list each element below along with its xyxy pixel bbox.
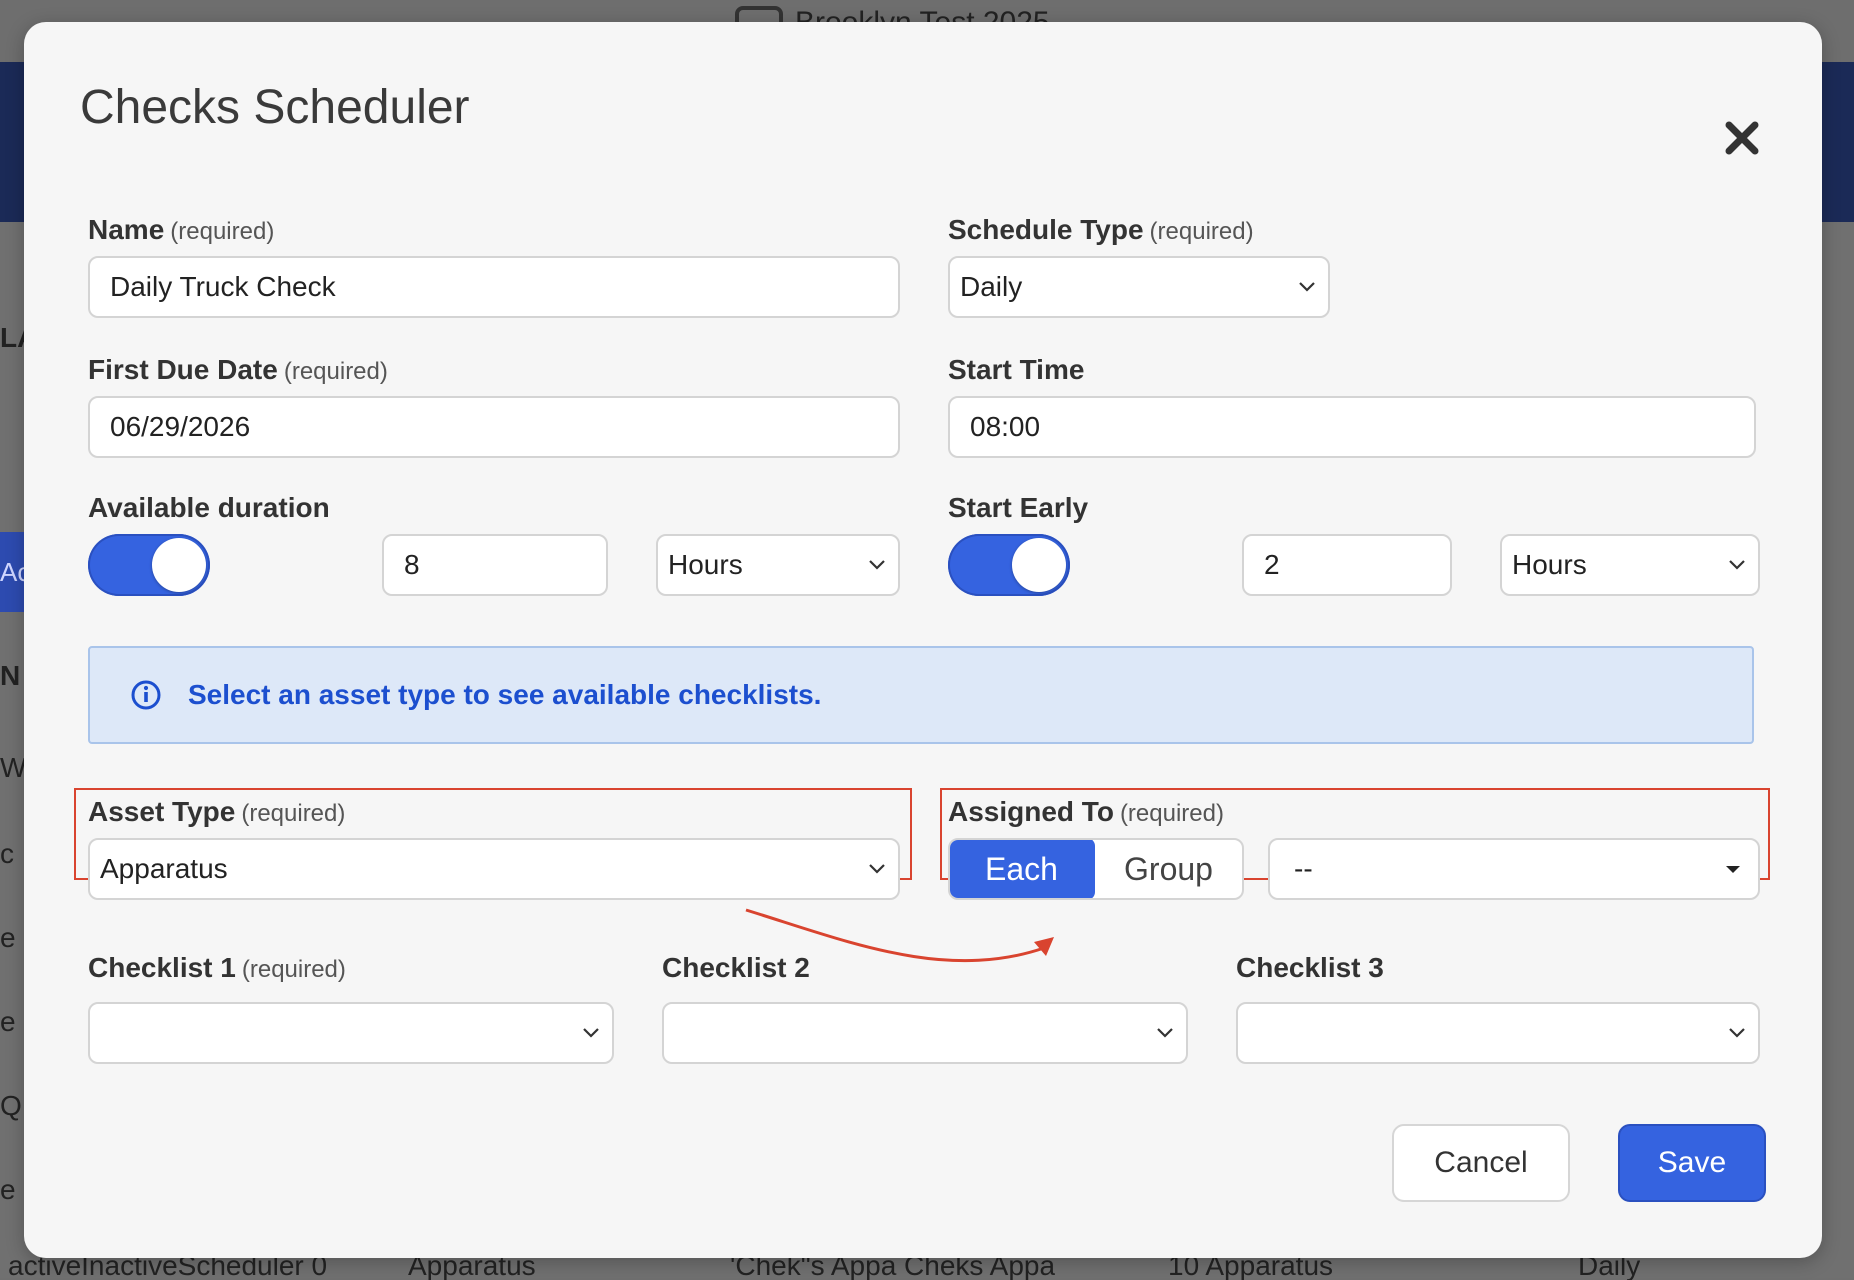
asset-type-value: Apparatus bbox=[100, 853, 228, 884]
assigned-to-group-button[interactable]: Group bbox=[1095, 840, 1242, 898]
checklist-3-label: Checklist 3 bbox=[1236, 952, 1384, 983]
first-due-date-label: First Due Date (required) bbox=[88, 354, 388, 385]
chevron-down-icon bbox=[580, 1022, 602, 1044]
required-hint: (required) bbox=[1119, 800, 1224, 827]
available-duration-unit-select[interactable]: Hours bbox=[656, 534, 900, 596]
bg-action-button: Ac bbox=[0, 532, 24, 612]
chevron-down-icon bbox=[866, 554, 888, 576]
start-early-unit-value: Hours bbox=[1512, 549, 1587, 580]
save-button[interactable]: Save bbox=[1618, 1124, 1766, 1202]
checks-scheduler-modal: Checks Scheduler Name(required) Schedule… bbox=[24, 22, 1822, 1258]
required-hint: (required) bbox=[170, 218, 275, 245]
assigned-to-each-button[interactable]: Each bbox=[950, 840, 1095, 898]
asset-type-select[interactable]: Apparatus bbox=[88, 838, 900, 900]
start-early-label: Start Early bbox=[948, 492, 1089, 523]
chevron-down-icon bbox=[1726, 554, 1748, 576]
checklist-2-select[interactable] bbox=[662, 1002, 1188, 1064]
asset-type-label: Asset Type (required) bbox=[88, 796, 346, 827]
schedule-type-value: Daily bbox=[960, 271, 1023, 302]
cancel-button[interactable]: Cancel bbox=[1392, 1124, 1570, 1202]
chevron-down-icon bbox=[1296, 276, 1318, 298]
start-time-input[interactable] bbox=[948, 396, 1756, 458]
annotation-arrow bbox=[745, 908, 1054, 963]
bg-edge-text: N bbox=[0, 660, 21, 691]
required-hint: (required) bbox=[1149, 218, 1254, 245]
bg-edge-text: e bbox=[0, 922, 16, 953]
info-alert: Select an asset type to see available ch… bbox=[88, 646, 1754, 744]
chevron-down-icon bbox=[1154, 1022, 1176, 1044]
start-early-amount-input[interactable] bbox=[1242, 534, 1452, 596]
info-icon bbox=[131, 680, 161, 710]
assigned-to-select[interactable]: -- bbox=[1268, 838, 1760, 900]
available-duration-unit-value: Hours bbox=[668, 549, 743, 580]
close-icon bbox=[1725, 121, 1759, 155]
available-duration-label: Available duration bbox=[88, 492, 330, 523]
chevron-down-icon bbox=[1726, 1022, 1748, 1044]
info-alert-text: Select an asset type to see available ch… bbox=[188, 679, 822, 710]
start-early-toggle[interactable] bbox=[948, 534, 1070, 596]
modal-title: Checks Scheduler bbox=[80, 81, 470, 134]
caret-down-icon bbox=[1722, 858, 1744, 880]
checklist-3-select[interactable] bbox=[1236, 1002, 1760, 1064]
first-due-date-input[interactable] bbox=[88, 396, 900, 458]
assigned-to-mode-toggle: Each Group bbox=[948, 838, 1244, 900]
start-time-label: Start Time bbox=[948, 354, 1085, 385]
schedule-type-label: Schedule Type (required) bbox=[948, 214, 1254, 245]
available-duration-toggle[interactable] bbox=[88, 534, 210, 596]
name-input[interactable] bbox=[88, 256, 900, 318]
required-hint: (required) bbox=[283, 358, 388, 385]
name-label: Name (required) bbox=[88, 214, 275, 245]
bg-edge-text: Q bbox=[0, 1090, 22, 1121]
available-duration-amount-input[interactable] bbox=[382, 534, 608, 596]
checklist-2-label: Checklist 2 bbox=[662, 952, 810, 983]
bg-edge-text: W bbox=[0, 752, 27, 783]
assigned-to-value: -- bbox=[1294, 853, 1313, 884]
assigned-to-label: Assigned To (required) bbox=[948, 796, 1224, 827]
checklist-1-label: Checklist 1 (required) bbox=[88, 952, 346, 983]
required-hint: (required) bbox=[241, 800, 346, 827]
close-button[interactable] bbox=[1714, 110, 1770, 166]
schedule-type-select[interactable]: Daily bbox=[948, 256, 1330, 318]
required-hint: (required) bbox=[241, 956, 346, 983]
bg-edge-text: e bbox=[0, 1174, 16, 1205]
bg-edge-text: c bbox=[0, 838, 14, 869]
start-early-unit-select[interactable]: Hours bbox=[1500, 534, 1760, 596]
bg-edge-text: e bbox=[0, 1006, 16, 1037]
chevron-down-icon bbox=[866, 858, 888, 880]
checklist-1-select[interactable] bbox=[88, 1002, 614, 1064]
